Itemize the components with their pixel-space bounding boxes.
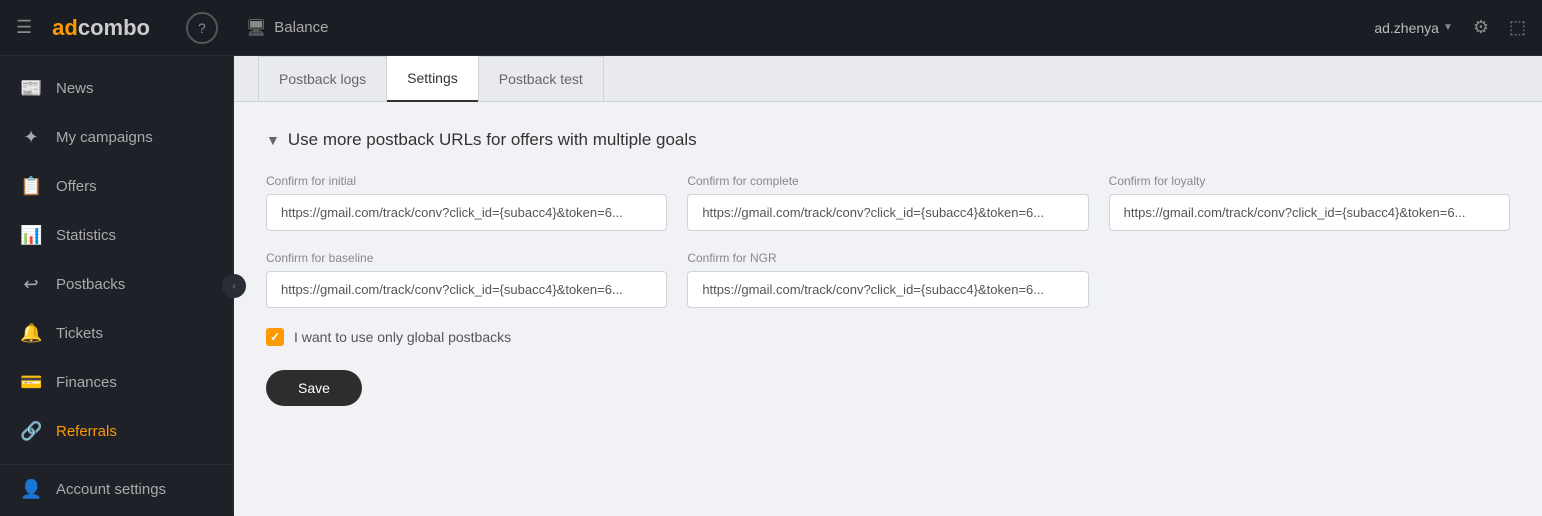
tickets-icon: 🔔: [20, 323, 42, 344]
sidebar-item-postbacks[interactable]: ↩ Postbacks: [0, 260, 233, 309]
account-settings-icon: 👤: [20, 479, 42, 500]
sidebar-item-account-settings[interactable]: 👤 Account settings: [0, 464, 233, 514]
sidebar-item-label-news: News: [56, 80, 94, 97]
field-group-initial: Confirm for initial: [266, 174, 667, 231]
sidebar-item-my-campaigns[interactable]: ✦ My campaigns: [0, 113, 233, 162]
tab-postback-test[interactable]: Postback test: [478, 56, 604, 102]
section-header: ▼ Use more postback URLs for offers with…: [266, 130, 1510, 150]
finances-icon: 💳: [20, 372, 42, 393]
input-baseline[interactable]: [266, 271, 667, 308]
logo-ad: ad: [52, 15, 78, 40]
sidebar-item-label-statistics: Statistics: [56, 227, 116, 244]
campaigns-icon: ✦: [20, 127, 42, 148]
postbacks-icon: ↩: [20, 274, 42, 295]
checkbox-check-icon: ✓: [270, 330, 280, 344]
sidebar-item-label-referrals: Referrals: [56, 423, 117, 440]
sidebar-nav: 📰 News ✦ My campaigns 📋 Offers 📊 Statist…: [0, 56, 233, 464]
layout: 📰 News ✦ My campaigns 📋 Offers 📊 Statist…: [0, 56, 1542, 516]
sidebar-footer-label: Account settings: [56, 481, 166, 498]
label-ngr: Confirm for NGR: [687, 251, 1088, 265]
save-button[interactable]: Save: [266, 370, 362, 406]
label-complete: Confirm for complete: [687, 174, 1088, 188]
balance-section: 🖥 Balance: [246, 18, 329, 38]
sidebar-item-label-postbacks: Postbacks: [56, 276, 125, 293]
label-initial: Confirm for initial: [266, 174, 667, 188]
field-group-baseline: Confirm for baseline: [266, 251, 667, 308]
input-complete[interactable]: [687, 194, 1088, 231]
input-ngr[interactable]: [687, 271, 1088, 308]
balance-label: Balance: [274, 19, 328, 36]
main-content: Postback logs Settings Postback test ▼ U…: [234, 56, 1542, 516]
sidebar-item-label-tickets: Tickets: [56, 325, 103, 342]
sidebar-item-referrals[interactable]: 🔗 Referrals: [0, 407, 233, 456]
statistics-icon: 📊: [20, 225, 42, 246]
section-collapse-icon[interactable]: ▼: [266, 132, 280, 148]
help-button[interactable]: ?: [186, 12, 218, 44]
news-icon: 📰: [20, 78, 42, 99]
topbar-logout-icon[interactable]: ⬚: [1509, 17, 1526, 38]
checkbox-label: I want to use only global postbacks: [294, 329, 511, 345]
fields-row-2: Confirm for baseline Confirm for NGR: [266, 251, 1510, 308]
user-menu[interactable]: ad.zhenya ▼: [1374, 20, 1453, 36]
topbar: ☰ adcombo ? 🖥 Balance ad.zhenya ▼ ⚙ ⬚: [0, 0, 1542, 56]
tabs-bar: Postback logs Settings Postback test: [234, 56, 1542, 102]
input-initial[interactable]: [266, 194, 667, 231]
global-postbacks-checkbox[interactable]: ✓: [266, 328, 284, 346]
tab-postback-logs[interactable]: Postback logs: [258, 56, 387, 102]
offers-icon: 📋: [20, 176, 42, 197]
referrals-icon: 🔗: [20, 421, 42, 442]
sidebar-item-finances[interactable]: 💳 Finances: [0, 358, 233, 407]
checkbox-row: ✓ I want to use only global postbacks: [266, 328, 1510, 346]
field-group-ngr: Confirm for NGR: [687, 251, 1088, 308]
topbar-settings-icon[interactable]: ⚙: [1473, 17, 1489, 38]
fields-row-1: Confirm for initial Confirm for complete…: [266, 174, 1510, 231]
label-loyalty: Confirm for loyalty: [1109, 174, 1510, 188]
sidebar-wrapper: 📰 News ✦ My campaigns 📋 Offers 📊 Statist…: [0, 56, 234, 516]
input-loyalty[interactable]: [1109, 194, 1510, 231]
user-chevron-icon: ▼: [1443, 22, 1453, 33]
sidebar: 📰 News ✦ My campaigns 📋 Offers 📊 Statist…: [0, 56, 234, 514]
sidebar-item-label-finances: Finances: [56, 374, 117, 391]
sidebar-item-news[interactable]: 📰 News: [0, 64, 233, 113]
label-baseline: Confirm for baseline: [266, 251, 667, 265]
field-group-loyalty: Confirm for loyalty: [1109, 174, 1510, 231]
sidebar-item-statistics[interactable]: 📊 Statistics: [0, 211, 233, 260]
logo: adcombo: [52, 15, 150, 41]
tab-settings[interactable]: Settings: [387, 56, 478, 102]
sidebar-collapse-button[interactable]: ‹: [222, 274, 246, 298]
sidebar-item-label-offers: Offers: [56, 178, 97, 195]
field-group-complete: Confirm for complete: [687, 174, 1088, 231]
balance-icon: 🖥: [246, 18, 266, 38]
topbar-right: ad.zhenya ▼ ⚙ ⬚: [1374, 17, 1526, 38]
sidebar-item-tickets[interactable]: 🔔 Tickets: [0, 309, 233, 358]
menu-icon[interactable]: ☰: [16, 17, 32, 38]
section-title: Use more postback URLs for offers with m…: [288, 130, 697, 150]
username: ad.zhenya: [1374, 20, 1439, 36]
content-area: ▼ Use more postback URLs for offers with…: [234, 102, 1542, 434]
logo-combo: combo: [78, 15, 150, 40]
sidebar-item-label-campaigns: My campaigns: [56, 129, 153, 146]
sidebar-item-offers[interactable]: 📋 Offers: [0, 162, 233, 211]
